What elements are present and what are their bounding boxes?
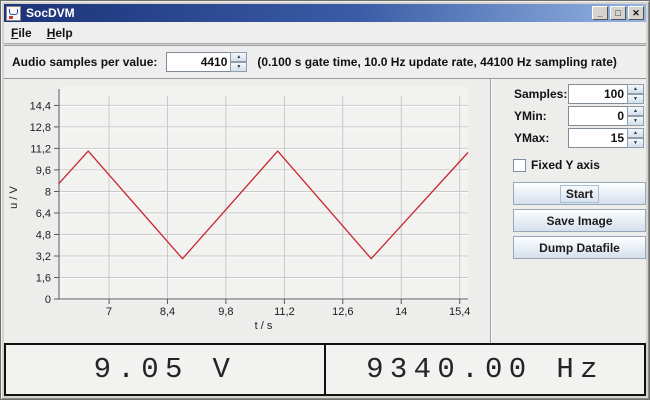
rate-info-text: (0.100 s gate time, 10.0 Hz update rate,… bbox=[257, 55, 617, 69]
svg-text:11,2: 11,2 bbox=[274, 306, 295, 318]
svg-text:14,4: 14,4 bbox=[30, 100, 51, 112]
svg-text:8: 8 bbox=[45, 187, 51, 199]
frequency-readout: 9340.00 Hz bbox=[366, 353, 604, 386]
svg-text:15,4: 15,4 bbox=[449, 306, 470, 318]
ymin-label: YMin: bbox=[514, 109, 547, 123]
svg-text:14: 14 bbox=[395, 306, 407, 318]
fixed-y-axis-checkbox[interactable]: Fixed Y axis bbox=[513, 158, 646, 172]
spinner-up-icon[interactable]: ▲ bbox=[230, 52, 248, 62]
java-app-icon bbox=[6, 5, 21, 21]
app-window: SocDVM _ □ ✕ File Help Audio samples per … bbox=[0, 0, 650, 400]
samples-spinner-up-icon[interactable]: ▲ bbox=[627, 84, 644, 94]
waveform-chart: 0 1,6 3,2 4,8 6,4 8 9,6 11,2 12,8 14,4 7 8,4 9,8 11,2… bbox=[8, 87, 470, 332]
svg-text:1,6: 1,6 bbox=[36, 273, 51, 285]
menu-help[interactable]: Help bbox=[47, 26, 73, 40]
control-panel: Audio samples per value: ▲ ▼ (0.100 s ga… bbox=[4, 45, 646, 79]
svg-text:0: 0 bbox=[45, 294, 51, 306]
samples-spinner-down-icon[interactable]: ▼ bbox=[627, 94, 644, 104]
svg-text:t / s: t / s bbox=[255, 320, 273, 332]
ymax-row: YMax: ▲▼ bbox=[491, 127, 646, 149]
window-title: SocDVM bbox=[26, 6, 75, 20]
svg-text:u / V: u / V bbox=[8, 186, 20, 209]
ymin-spinner-down-icon[interactable]: ▼ bbox=[627, 116, 644, 126]
titlebar[interactable]: SocDVM _ □ ✕ bbox=[4, 4, 646, 22]
samples-row: Samples:▲▼ bbox=[491, 83, 646, 105]
svg-text:11,2: 11,2 bbox=[30, 143, 51, 155]
svg-text:3,2: 3,2 bbox=[36, 251, 51, 263]
close-button[interactable]: ✕ bbox=[628, 6, 644, 20]
samples-per-value-input[interactable] bbox=[166, 52, 232, 72]
maximize-button[interactable]: □ bbox=[610, 6, 626, 20]
samples-label: Samples: bbox=[514, 87, 568, 101]
ymin-input[interactable] bbox=[568, 106, 628, 126]
menubar: File Help bbox=[4, 22, 646, 44]
menu-file[interactable]: File bbox=[11, 26, 32, 40]
save-image-button[interactable]: Save Image bbox=[513, 209, 646, 232]
voltage-readout: 9.05 V bbox=[6, 345, 326, 394]
samples-input[interactable] bbox=[568, 84, 628, 104]
ymax-spinner-down-icon[interactable]: ▼ bbox=[627, 138, 644, 148]
checkbox-box[interactable] bbox=[513, 158, 526, 172]
ymin-row: YMin: ▲▼ bbox=[491, 105, 646, 127]
svg-text:9,8: 9,8 bbox=[218, 306, 233, 318]
ymax-input[interactable] bbox=[568, 128, 628, 148]
svg-text:6,4: 6,4 bbox=[36, 208, 51, 220]
ymin-spinner-up-icon[interactable]: ▲ bbox=[627, 106, 644, 116]
svg-text:9,6: 9,6 bbox=[36, 165, 51, 177]
minimize-button[interactable]: _ bbox=[592, 6, 608, 20]
ymax-label: YMax: bbox=[514, 131, 550, 145]
ymin-spinner: ▲▼ bbox=[568, 106, 644, 126]
spinner-down-icon[interactable]: ▼ bbox=[230, 62, 248, 72]
chart-panel: 0 1,6 3,2 4,8 6,4 8 9,6 11,2 12,8 14,4 7 8,4 9,8 11,2… bbox=[4, 79, 490, 344]
samples-spinner: ▲▼ bbox=[568, 84, 644, 104]
ymax-spinner: ▲▼ bbox=[568, 128, 644, 148]
fixed-y-axis-label: Fixed Y axis bbox=[531, 158, 600, 172]
svg-text:4,8: 4,8 bbox=[36, 230, 51, 242]
readout-panel: 9.05 V 9340.00 Hz bbox=[4, 343, 646, 396]
svg-text:12,6: 12,6 bbox=[332, 306, 353, 318]
samples-per-value-label: Audio samples per value: bbox=[12, 55, 158, 69]
start-button[interactable]: Start bbox=[513, 182, 646, 205]
dump-datafile-button[interactable]: Dump Datafile bbox=[513, 236, 646, 259]
ymax-spinner-up-icon[interactable]: ▲ bbox=[627, 128, 644, 138]
svg-text:8,4: 8,4 bbox=[160, 306, 175, 318]
samples-per-value-spinner: ▲ ▼ bbox=[166, 52, 248, 72]
svg-text:7: 7 bbox=[106, 306, 112, 318]
main-area: 0 1,6 3,2 4,8 6,4 8 9,6 11,2 12,8 14,4 7 8,4 9,8 11,2… bbox=[4, 79, 646, 344]
side-panel: Samples:▲▼YMin:▲▼YMax:▲▼ Fixed Y axis St… bbox=[490, 79, 646, 344]
svg-text:12,8: 12,8 bbox=[30, 122, 51, 134]
